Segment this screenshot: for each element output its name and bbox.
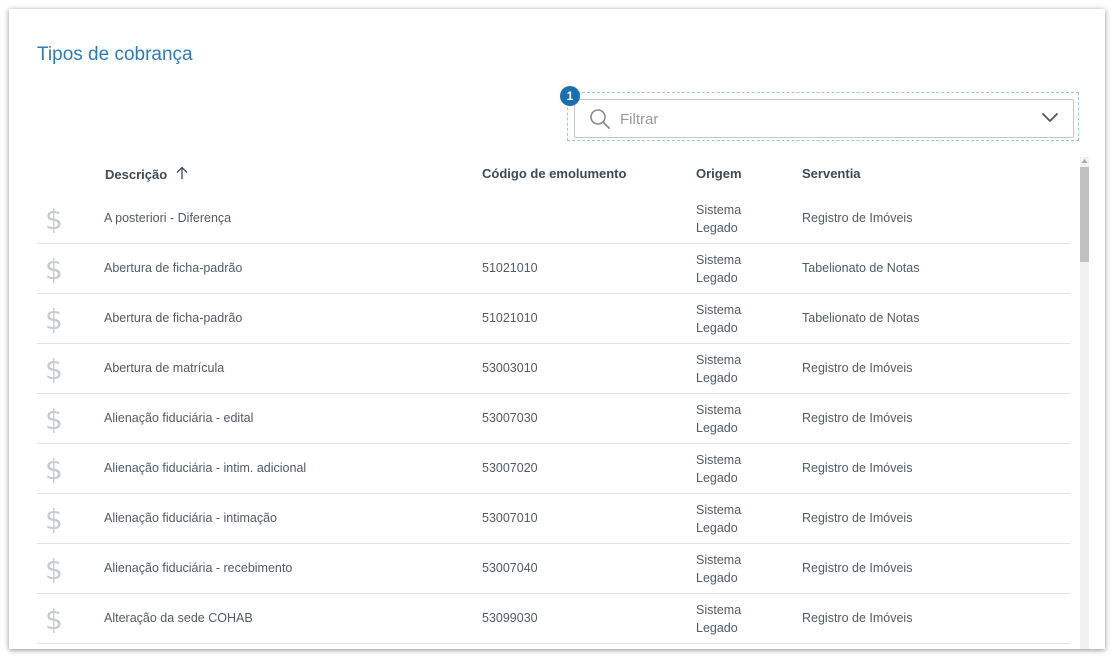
table-header: Descrição Código de emolumento Origem Se…: [37, 154, 1070, 194]
cell-origem-line1: Sistema: [696, 603, 742, 617]
dollar-icon: $: [45, 253, 63, 286]
cell-origem-line2: Legado: [696, 621, 738, 635]
cobranca-table: Descrição Código de emolumento Origem Se…: [37, 154, 1070, 649]
cell-origem-line1: Sistema: [696, 203, 742, 217]
cell-descricao: A posteriori - Diferença: [104, 211, 232, 225]
cell-origem: Sistema Legado: [696, 401, 741, 437]
cell-origem-line2: Legado: [696, 521, 738, 535]
cell-serventia: Tabelionato de Notas: [802, 311, 920, 325]
cell-origem-line2: Legado: [696, 421, 738, 435]
dollar-icon: $: [45, 403, 63, 436]
cell-descricao: Abertura de matrícula: [104, 361, 225, 375]
dollar-icon: $: [45, 303, 63, 336]
cell-origem-line1: Sistema: [696, 303, 742, 317]
cell-origem-line1: Sistema: [696, 453, 742, 467]
cell-codigo: 53007010: [482, 511, 538, 525]
cell-origem: Sistema Legado: [696, 551, 741, 587]
filter-select[interactable]: [574, 99, 1074, 138]
cell-serventia: Registro de Imóveis: [802, 211, 913, 225]
cell-origem: Sistema Legado: [696, 301, 741, 337]
table-row[interactable]: $ Alteração da sede COHAB 53099030 Siste…: [37, 594, 1070, 644]
cell-descricao: Alienação fiduciária - intim. adicional: [104, 461, 307, 475]
column-header-codigo[interactable]: Código de emolumento: [482, 166, 626, 181]
cell-origem-line2: Legado: [696, 221, 738, 235]
cell-origem: Sistema Legado: [696, 251, 741, 287]
table-scrollbar[interactable]: [1080, 157, 1089, 649]
search-icon: [590, 109, 610, 129]
cell-origem-line1: Sistema: [696, 253, 742, 267]
cell-codigo: 53007020: [482, 461, 538, 475]
cell-codigo: 51021010: [482, 261, 538, 275]
cell-codigo: 53007030: [482, 411, 538, 425]
cell-origem-line2: Legado: [696, 271, 738, 285]
table-row[interactable]: $ Alienação fiduciária - intim. adiciona…: [37, 444, 1070, 494]
cell-descricao: Alienação fiduciária - edital: [104, 411, 254, 425]
dollar-icon: $: [45, 453, 63, 486]
cell-origem-line1: Sistema: [696, 353, 742, 367]
table-row[interactable]: $ Abertura de ficha-padrão 51021010 Sist…: [37, 294, 1070, 344]
cell-origem-line1: Sistema: [696, 503, 742, 517]
scrollbar-thumb[interactable]: [1080, 167, 1089, 262]
column-header-descricao[interactable]: Descrição: [105, 166, 189, 182]
cell-origem: Sistema Legado: [696, 351, 741, 387]
column-header-serventia[interactable]: Serventia: [802, 166, 861, 181]
step-badge: 1: [560, 86, 580, 106]
dollar-icon: $: [45, 353, 63, 386]
cell-codigo: 51021010: [482, 311, 538, 325]
sort-ascending-icon[interactable]: [175, 166, 189, 180]
cell-codigo: 53007040: [482, 561, 538, 575]
cell-serventia: Registro de Imóveis: [802, 511, 913, 525]
cell-serventia: Registro de Imóveis: [802, 411, 913, 425]
column-header-descricao-label: Descrição: [105, 167, 168, 182]
chevron-down-icon[interactable]: [1041, 111, 1059, 125]
cell-descricao: Abertura de ficha-padrão: [104, 261, 243, 275]
table-row[interactable]: $ Alienação fiduciária - recebimento 530…: [37, 544, 1070, 594]
page-title: Tipos de cobrança: [37, 44, 193, 65]
cell-origem-line2: Legado: [696, 471, 738, 485]
table-row[interactable]: $ Abertura de ficha-padrão 51021010 Sist…: [37, 244, 1070, 294]
cell-origem-line1: Sistema: [696, 403, 742, 417]
cell-serventia: Tabelionato de Notas: [802, 261, 920, 275]
cell-codigo: 53099030: [482, 611, 538, 625]
cell-origem: Sistema Legado: [696, 201, 741, 237]
cell-origem-line2: Legado: [696, 321, 738, 335]
cell-origem-line2: Legado: [696, 371, 738, 385]
cell-origem: Sistema Legado: [696, 601, 741, 637]
cell-serventia: Registro de Imóveis: [802, 461, 913, 475]
cell-descricao: Alteração da sede COHAB: [104, 611, 253, 625]
filter-input[interactable]: [620, 108, 1000, 130]
table-row[interactable]: $ Alienação fiduciária - edital 53007030…: [37, 394, 1070, 444]
table-body: $ A posteriori - Diferença Sistema Legado…: [37, 194, 1070, 644]
cell-descricao: Alienação fiduciária - intimação: [104, 511, 278, 525]
cell-serventia: Registro de Imóveis: [802, 611, 913, 625]
dollar-icon: $: [45, 553, 63, 586]
table-row[interactable]: $ Abertura de matrícula 53003010 Sistema…: [37, 344, 1070, 394]
table-row[interactable]: $ A posteriori - Diferença Sistema Legado…: [37, 194, 1070, 244]
dollar-icon: $: [45, 503, 63, 536]
column-header-origem[interactable]: Origem: [696, 166, 742, 181]
cell-serventia: Registro de Imóveis: [802, 361, 913, 375]
cell-serventia: Registro de Imóveis: [802, 561, 913, 575]
dollar-icon: $: [45, 203, 63, 236]
cell-origem: Sistema Legado: [696, 501, 741, 537]
cell-origem-line1: Sistema: [696, 553, 742, 567]
cell-codigo: 53003010: [482, 361, 538, 375]
cell-descricao: Alienação fiduciária - recebimento: [104, 561, 293, 575]
cell-origem: Sistema Legado: [696, 451, 741, 487]
table-row[interactable]: $ Alienação fiduciária - intimação 53007…: [37, 494, 1070, 544]
tipos-cobranca-panel: Tipos de cobrança 1 Descrição Código de …: [9, 9, 1105, 649]
cell-descricao: Abertura de ficha-padrão: [104, 311, 243, 325]
dollar-icon: $: [45, 603, 63, 636]
cell-origem-line2: Legado: [696, 571, 738, 585]
scroll-up-arrow-icon[interactable]: [1080, 157, 1089, 166]
